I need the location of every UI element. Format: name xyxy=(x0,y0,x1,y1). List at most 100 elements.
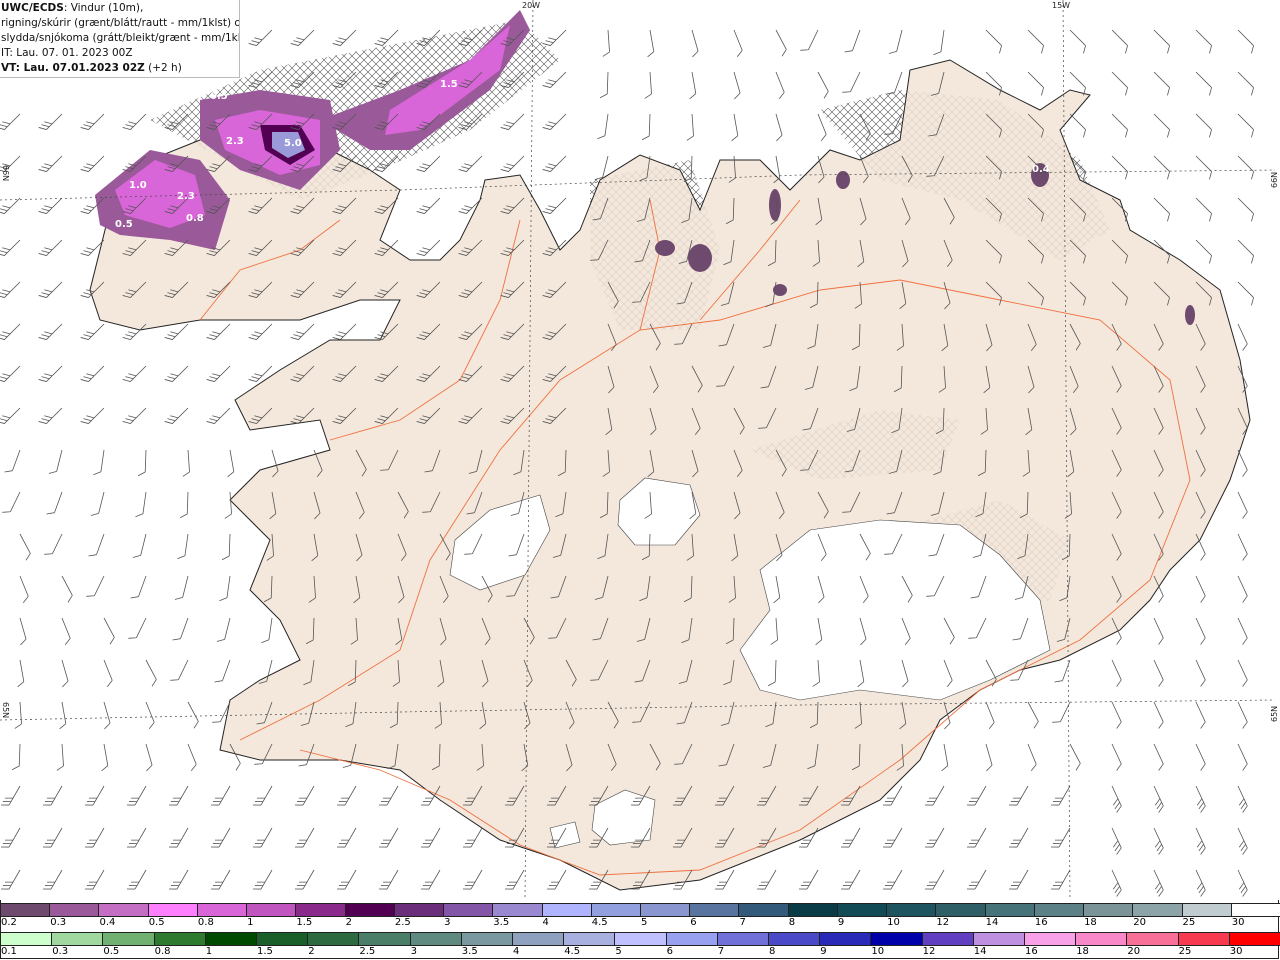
legend-tick-label: 16 xyxy=(1025,946,1038,957)
legend-swatch xyxy=(153,932,206,946)
legend-swatch xyxy=(738,903,789,917)
legend-tick-label: 4.5 xyxy=(564,946,581,957)
parameter-wind: : Vindur (10m), xyxy=(63,2,144,14)
legend-swatch xyxy=(460,932,513,946)
precip-label: 2.3 xyxy=(177,191,195,202)
legend-tick-label: 4.5 xyxy=(591,917,608,928)
legend-tick-label: 3 xyxy=(444,917,451,928)
lat-label: 66N xyxy=(1,165,10,181)
legend-swatch xyxy=(1075,932,1128,946)
precip-label: 0.8 xyxy=(186,213,204,224)
legend-tick-label: 0.2 xyxy=(1,917,17,928)
legend-tick-label: 0.4 xyxy=(99,917,116,928)
legend-tick-label: 18 xyxy=(1084,917,1097,928)
precip-label: 0.4 xyxy=(1032,164,1050,175)
legend-tick-label: 9 xyxy=(837,917,845,928)
precip-label: 1.0 xyxy=(129,180,147,191)
legend-tick-label: 1 xyxy=(205,946,213,957)
legend-swatch xyxy=(787,903,838,917)
legend-tick-label: 7 xyxy=(739,917,746,928)
weather-map: 0.5 2.3 5.0 1.5 1.0 2.3 0.8 0.5 0.4 20W … xyxy=(0,0,1280,900)
legend-swatch xyxy=(393,903,445,917)
legend-tick-label: 2.5 xyxy=(359,946,376,957)
lat-label: 65N xyxy=(1,702,10,718)
legend-tick-label: 14 xyxy=(985,917,999,928)
legend-tick-label: 0.1 xyxy=(1,946,17,957)
legend-swatch xyxy=(256,932,309,946)
legend-swatch xyxy=(921,932,974,946)
legend-tick-label: 25 xyxy=(1178,946,1192,957)
legend-tick-label: 30 xyxy=(1229,946,1243,957)
precip-label: 0.5 xyxy=(115,219,133,230)
legend-swatch xyxy=(640,903,691,917)
legend-tick-label: 10 xyxy=(887,917,900,928)
issue-time: IT: Lau. 07. 01. 2023 00Z xyxy=(1,47,133,59)
legend-swatch xyxy=(492,903,543,917)
legend-swatch xyxy=(819,932,872,946)
legend-swatch xyxy=(614,932,667,946)
legend-tick-label: 0.3 xyxy=(50,917,67,928)
precip-label: 5.0 xyxy=(284,138,302,149)
legend-swatch xyxy=(972,932,1025,946)
legend-swatch xyxy=(1083,903,1134,917)
legend-swatch xyxy=(984,903,1035,917)
title-line-3: slydda/snjókoma (grátt/bleikt/grænt - mm… xyxy=(1,32,240,44)
legend-tick-label: 9 xyxy=(820,946,827,957)
legend-swatch xyxy=(563,932,616,946)
legend-tick-label: 5 xyxy=(615,946,622,957)
lead-time: (+2 h) xyxy=(148,62,182,74)
legend-tick-label: 2 xyxy=(308,946,315,957)
legend-tick-label: 3.5 xyxy=(461,946,478,957)
title-line-2: rigning/skúrir (grænt/blátt/rautt - mm/1… xyxy=(1,17,240,29)
legend-swatch xyxy=(0,903,51,917)
map-title-box: UWC/ECDS: Vindur (10m), rigning/skúrir (… xyxy=(0,0,240,78)
legend-swatch xyxy=(836,903,888,917)
legend-tick-label: 1.5 xyxy=(296,917,313,928)
legend-tick-label: 12 xyxy=(922,946,936,957)
legend-swatch xyxy=(49,903,100,917)
legend-swatch xyxy=(1177,932,1230,946)
legend-swatch xyxy=(0,932,53,946)
legend-tick-label: 0.3 xyxy=(52,946,69,957)
legend-tick-label: 10 xyxy=(871,946,885,957)
lat-label: 66N xyxy=(1270,172,1279,188)
legend-swatch xyxy=(665,932,718,946)
valid-time: VT: Lau. 07.01.2023 02Z xyxy=(1,62,145,74)
legend-swatch xyxy=(768,932,821,946)
legend-swatch xyxy=(409,932,462,946)
legend-swatch xyxy=(870,932,923,946)
legend-tick-label: 4 xyxy=(542,917,549,928)
legend-tick-label: 25 xyxy=(1182,917,1196,928)
legend-tick-label: 6 xyxy=(666,946,673,957)
legend-swatch xyxy=(204,932,257,946)
legend-swatch xyxy=(1126,932,1179,946)
legend-tick-label: 0.5 xyxy=(103,946,120,957)
legend-swatch xyxy=(1230,903,1280,917)
legend-tick-label: 18 xyxy=(1076,946,1089,957)
legend-tick-label: 12 xyxy=(936,917,950,928)
legend-tick-label: 8 xyxy=(769,946,776,957)
legend-tick-label: 20 xyxy=(1127,946,1141,957)
legend-swatch xyxy=(689,903,740,917)
legend-tick-label: 7 xyxy=(717,946,725,957)
legend-swatch xyxy=(935,903,986,917)
legend-tick-label: 0.8 xyxy=(197,917,214,928)
legend-tick-label: 2 xyxy=(345,917,352,928)
legend-swatch xyxy=(716,932,769,946)
legend-swatch xyxy=(246,903,297,917)
lon-label: 15W xyxy=(1052,1,1070,10)
legend-swatch xyxy=(344,903,395,917)
legend-swatch xyxy=(295,903,346,917)
legend-tick-label: 2.5 xyxy=(394,917,411,928)
valid-time-line: VT: Lau. 07.01.2023 02Z (+2 h) xyxy=(1,61,239,76)
legend-swatch xyxy=(1228,932,1280,946)
model-name: UWC/ECDS xyxy=(1,2,64,14)
lon-label: 20W xyxy=(522,1,540,10)
legend-swatch xyxy=(102,932,155,946)
legend-tick-label: 5 xyxy=(641,917,648,928)
legend-swatch xyxy=(51,932,104,946)
legend-swatch xyxy=(541,903,592,917)
legend-swatch xyxy=(590,903,641,917)
legend-tick-label: 0.5 xyxy=(148,917,165,928)
legend-tick-label: 1.5 xyxy=(257,946,273,957)
